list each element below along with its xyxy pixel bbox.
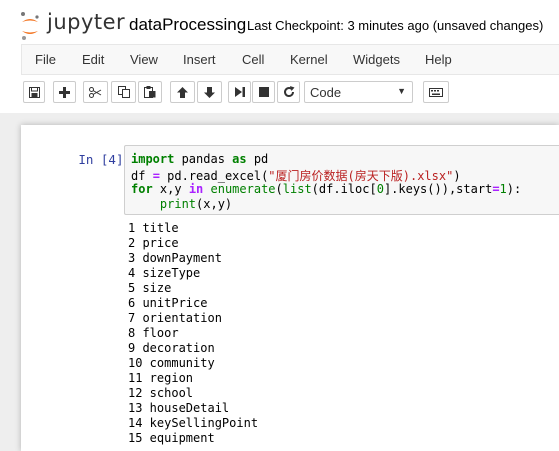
- menu-file[interactable]: File: [35, 52, 56, 67]
- insert-cell-button[interactable]: [53, 81, 76, 103]
- output-line: 3 downPayment: [128, 251, 222, 265]
- arrow-down-icon: [204, 86, 215, 98]
- menubar: File Edit View Insert Cell Kernel Widget…: [21, 44, 559, 75]
- copy-icon: [117, 86, 130, 98]
- save-button[interactable]: [23, 81, 45, 103]
- menu-view[interactable]: View: [130, 52, 158, 67]
- output-line: 5 size: [128, 281, 172, 295]
- menu-help[interactable]: Help: [425, 52, 452, 67]
- output-line: 14 keySellingPoint: [128, 416, 259, 430]
- output-line: 9 decoration: [128, 341, 215, 355]
- plus-icon: [59, 86, 70, 98]
- output-line: 10 community: [128, 356, 215, 370]
- chevron-down-icon: ▼: [397, 86, 406, 96]
- checkpoint-status: Last Checkpoint: 3 minutes ago (unsaved …: [247, 18, 544, 33]
- menu-cell[interactable]: Cell: [242, 52, 264, 67]
- cut-button[interactable]: [83, 81, 108, 103]
- logo-text[interactable]: jupyter: [47, 10, 125, 34]
- jupyter-logo-icon[interactable]: [20, 11, 40, 41]
- code-line-1: import pandas as pd: [131, 152, 269, 166]
- cell-type-value: Code: [310, 85, 342, 100]
- output-line: 11 region: [128, 371, 194, 385]
- code-line-3: for x,y in enumerate(list(df.iloc[0].key…: [131, 182, 522, 196]
- notebook-container: In [4]: import pandas as pd df = pd.read…: [21, 125, 559, 451]
- output-line: 1 title: [128, 221, 179, 235]
- refresh-icon: [283, 86, 294, 98]
- menu-insert[interactable]: Insert: [183, 52, 216, 67]
- keyboard-icon: [429, 87, 443, 97]
- run-button[interactable]: [228, 81, 251, 103]
- copy-button[interactable]: [111, 81, 136, 103]
- interrupt-button[interactable]: [252, 81, 275, 103]
- menu-widgets[interactable]: Widgets: [353, 52, 400, 67]
- input-prompt: In [4]:: [78, 152, 131, 167]
- paste-button[interactable]: [138, 81, 162, 103]
- paste-icon: [144, 86, 156, 98]
- output-line: 4 sizeType: [128, 266, 201, 280]
- code-line-4: print(x,y): [159, 197, 233, 211]
- save-icon: [28, 86, 40, 98]
- output-line: 15 equipment: [128, 431, 215, 445]
- command-palette-button[interactable]: [423, 81, 449, 103]
- move-up-button[interactable]: [170, 81, 195, 103]
- cell-type-select[interactable]: Code ▼: [304, 81, 413, 103]
- arrow-up-icon: [177, 86, 188, 98]
- move-down-button[interactable]: [197, 81, 222, 103]
- output-line: 13 houseDetail: [128, 401, 230, 415]
- restart-button[interactable]: [277, 81, 300, 103]
- output-line: 2 price: [128, 236, 179, 250]
- notebook-title[interactable]: dataProcessing: [129, 15, 246, 35]
- menu-edit[interactable]: Edit: [82, 52, 104, 67]
- stop-icon: [258, 87, 269, 97]
- output-line: 12 school: [128, 386, 194, 400]
- step-forward-icon: [234, 87, 245, 97]
- cut-icon: [89, 86, 102, 98]
- output-line: 8 floor: [128, 326, 179, 340]
- code-cell-input[interactable]: import pandas as pd df = pd.read_excel("…: [124, 145, 559, 215]
- output-line: 6 unitPrice: [128, 296, 208, 310]
- output-line: 7 orientation: [128, 311, 222, 325]
- menu-kernel[interactable]: Kernel: [290, 52, 328, 67]
- cell-output: 1 title 2 price 3 downPayment 4 sizeType…: [128, 221, 258, 446]
